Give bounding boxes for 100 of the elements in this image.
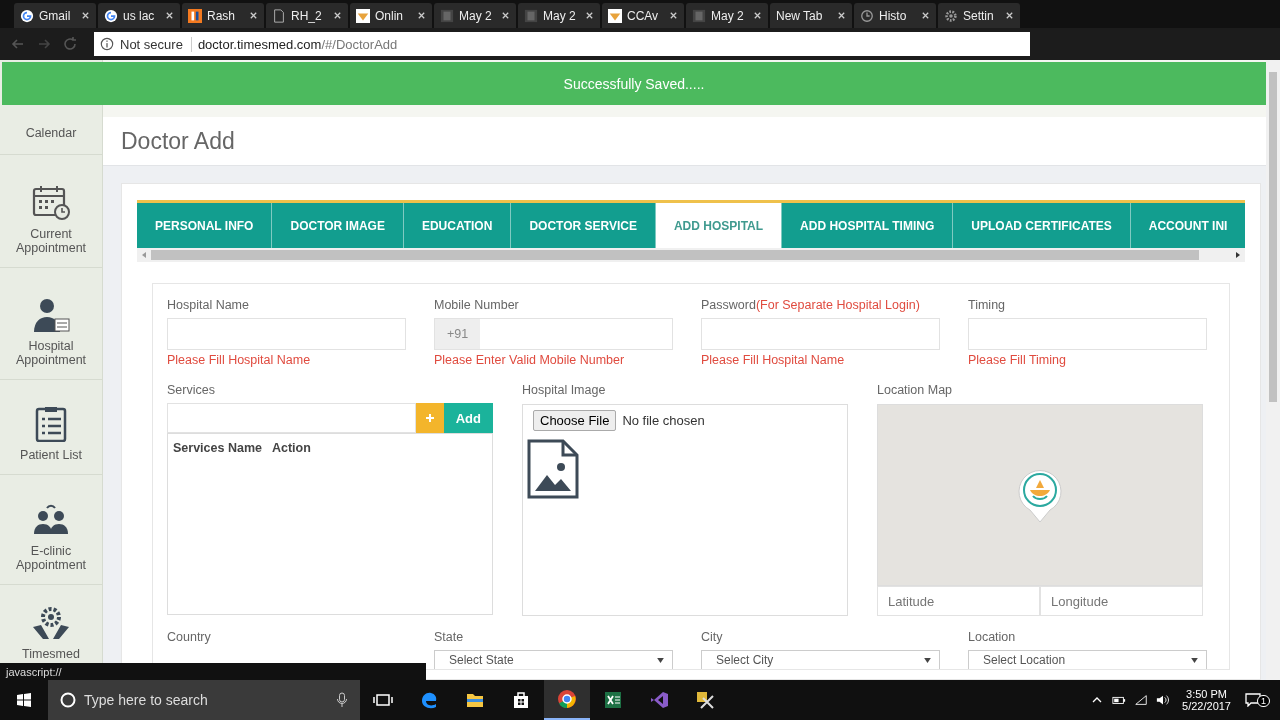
close-icon[interactable] xyxy=(501,11,510,20)
field-label: Services xyxy=(167,383,216,397)
scroll-right-icon[interactable] xyxy=(1235,251,1241,259)
field-label: City xyxy=(701,630,724,644)
shopping-bag-icon xyxy=(511,690,531,710)
history-icon xyxy=(860,8,874,23)
close-icon[interactable] xyxy=(417,11,426,20)
site-icon xyxy=(356,8,370,23)
field-label: Password(For Separate Hospital Login) xyxy=(701,298,921,312)
input-field[interactable] xyxy=(167,403,416,433)
caret-icon xyxy=(657,657,664,663)
field-label: Hospital Image xyxy=(522,383,607,397)
doctor-icon xyxy=(31,297,71,333)
url-text: doctor.timesmed.com/#/DoctorAdd xyxy=(197,36,398,52)
close-icon[interactable] xyxy=(837,11,846,20)
browser-tab[interactable]: CCAv xyxy=(602,3,684,28)
caret-icon xyxy=(924,657,931,663)
field-label: Mobile Number xyxy=(434,298,520,312)
longitude-field[interactable]: Longitude xyxy=(1040,586,1203,616)
film-icon xyxy=(440,8,454,23)
message-icon xyxy=(1245,693,1261,707)
browser-tab[interactable]: May 2 xyxy=(434,3,516,28)
status-text: javascript:// xyxy=(0,663,426,680)
error-message: Please Fill Hospital Name xyxy=(167,353,312,367)
latitude-field[interactable]: Latitude xyxy=(877,586,1040,616)
close-icon[interactable] xyxy=(249,11,258,20)
sidebar-item[interactable]: Patient List xyxy=(0,380,102,475)
site-icon xyxy=(188,8,202,23)
battery-icon[interactable] xyxy=(1112,694,1127,706)
search-field[interactable]: Type here to search xyxy=(48,680,360,720)
film-icon xyxy=(524,8,538,23)
file-status: No file chosen xyxy=(622,413,705,428)
browser-tab[interactable]: Histo xyxy=(854,3,936,28)
field-label: Timing xyxy=(968,298,1007,312)
search-icon xyxy=(60,692,76,708)
browser-tab[interactable]: May 2 xyxy=(518,3,600,28)
google-icon xyxy=(20,8,34,23)
horizontal-scrollbar[interactable] xyxy=(137,248,1245,262)
google-icon xyxy=(104,8,118,23)
select-field[interactable]: Select State xyxy=(434,650,673,669)
column-header: Action xyxy=(271,441,311,455)
sidebar-item[interactable]: Current Appointment xyxy=(0,155,102,268)
browser-tab[interactable]: us lac xyxy=(98,3,180,28)
browser-icon xyxy=(419,690,439,710)
input-field[interactable] xyxy=(968,318,1207,350)
browser-tab[interactable]: Settin xyxy=(938,3,1020,28)
field-label: Location Map xyxy=(877,383,954,397)
sidebar-item[interactable]: Calendar xyxy=(0,60,102,155)
taskbar-app[interactable] xyxy=(544,680,590,720)
browser-tab[interactable]: Rash xyxy=(182,3,264,28)
calendar-clock-icon xyxy=(31,185,71,221)
sidebar-item[interactable]: Hospital Appointment xyxy=(0,268,102,380)
close-icon[interactable] xyxy=(753,11,762,20)
sidebar-item[interactable]: E-clinic Appointment xyxy=(0,475,102,585)
site-icon xyxy=(608,8,622,23)
choose-file-button[interactable]: Choose File xyxy=(533,410,617,431)
input-field[interactable] xyxy=(167,318,406,350)
field-label: Country xyxy=(167,630,212,644)
browser-tab[interactable]: May 2 xyxy=(686,3,768,28)
field-label: State xyxy=(434,630,465,644)
error-message: Please Enter Valid Mobile Number xyxy=(434,353,626,367)
browser-tab[interactable]: Gmail xyxy=(14,3,96,28)
browser-tab[interactable]: New Tab xyxy=(770,3,852,28)
plus-icon xyxy=(424,413,435,423)
clock[interactable]: 3:50 PM 5/22/2017 xyxy=(1182,688,1231,712)
select-field[interactable]: Select City xyxy=(701,650,940,669)
close-icon[interactable] xyxy=(1005,11,1014,20)
image-placeholder-icon xyxy=(527,439,579,499)
browser-tab[interactable]: RH_2 xyxy=(266,3,348,28)
success-toast: Successfully Saved..... xyxy=(2,62,1266,105)
field-label: Hospital Name xyxy=(167,298,250,312)
caret-icon xyxy=(1191,657,1198,663)
microphone-icon[interactable] xyxy=(336,692,348,708)
document-icon xyxy=(272,8,286,23)
page-title: Doctor Add xyxy=(121,127,235,155)
close-icon[interactable] xyxy=(669,11,678,20)
spreadsheet-icon xyxy=(603,690,623,710)
gear-hands-icon xyxy=(31,605,71,641)
browser-tab[interactable]: Onlin xyxy=(350,3,432,28)
chrome-icon xyxy=(557,689,577,709)
field-label: Location xyxy=(968,630,1017,644)
sidebar-item[interactable]: Timesmed xyxy=(0,585,102,663)
address-bar[interactable]: Not secure doctor.timesmed.com/#/DoctorAdd xyxy=(94,32,1030,56)
info-icon xyxy=(100,37,114,51)
notifications-button[interactable]: 1 xyxy=(1245,693,1270,707)
film-icon xyxy=(692,8,706,23)
close-icon[interactable] xyxy=(585,11,594,20)
error-message: Please Fill Timing xyxy=(968,353,1067,367)
select-field[interactable]: Select Location xyxy=(968,650,1207,669)
close-icon[interactable] xyxy=(165,11,174,20)
speaker-icon[interactable] xyxy=(1156,694,1171,706)
close-icon[interactable] xyxy=(333,11,342,20)
close-icon[interactable] xyxy=(921,11,930,20)
tools-icon xyxy=(695,690,715,710)
start-icon[interactable] xyxy=(16,692,32,708)
settings-icon xyxy=(944,8,958,23)
close-icon[interactable] xyxy=(81,11,90,20)
input-field[interactable] xyxy=(701,318,940,350)
security-label: Not secure xyxy=(120,36,192,52)
column-header: Services Name xyxy=(173,441,262,455)
